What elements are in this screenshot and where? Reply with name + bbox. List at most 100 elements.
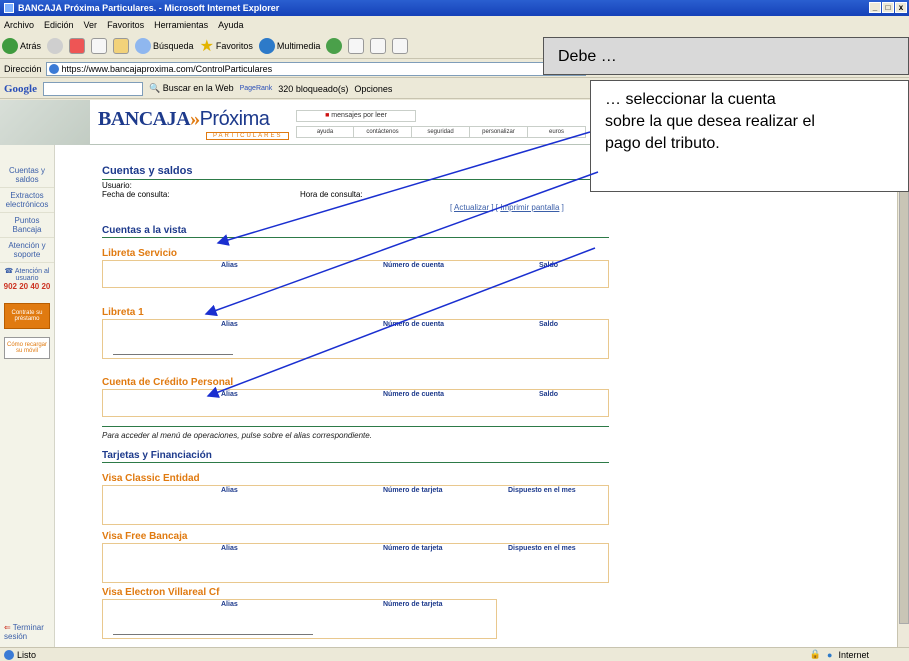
refresh-icon[interactable] (91, 37, 108, 54)
alias-link-line[interactable] (113, 354, 233, 355)
col-alias: Alias (221, 321, 238, 328)
menu-bar: Archivo Edición Ver Favoritos Herramient… (0, 17, 909, 32)
card-table: Alias Número de tarjeta Dispuesto en el … (102, 485, 609, 525)
main-content: Cuentas y saldos Usuario: Fecha de consu… (90, 145, 610, 647)
card-title: Visa Electron Villareal Cf (102, 587, 220, 598)
menu-herramientas[interactable]: Herramientas (154, 20, 208, 30)
messages-link[interactable]: ■ mensajes por leer (296, 110, 416, 122)
page-actions: [ Actualizar ] [ Imprimir pantalla ] (450, 203, 564, 212)
back-button[interactable]: Atrás (2, 37, 42, 54)
google-options-button[interactable]: Opciones (354, 84, 392, 94)
callout-line: sobre la que desea realizar el (605, 113, 815, 130)
status-page-icon (4, 649, 14, 660)
google-search-input[interactable] (43, 81, 143, 96)
mail-icon[interactable] (348, 37, 365, 54)
print-icon[interactable] (370, 37, 387, 54)
card-table: Alias Número de tarjeta Dispuesto en el … (102, 543, 609, 583)
media-button[interactable]: Multimedia (258, 37, 320, 54)
sidebar-item-puntos[interactable]: Puntos Bancaja (0, 213, 54, 238)
callout-instruction: … seleccionar la cuenta sobre la que des… (590, 80, 909, 192)
left-sidebar: Cuentas y saldos Extractos electrónicos … (0, 145, 55, 647)
account-title: Libreta Servicio (102, 248, 178, 259)
logout-icon: ⇐ (4, 623, 11, 632)
star-icon: ★ (199, 37, 214, 55)
sidebar-item-atencion[interactable]: Atención y soporte (0, 238, 54, 263)
nav-euros[interactable]: euros (528, 126, 586, 138)
print-link[interactable]: Imprimir pantalla (500, 203, 559, 212)
favorites-label: Favoritos (215, 40, 253, 51)
nav-ayuda[interactable]: ayuda (296, 126, 354, 138)
menu-ver[interactable]: Ver (84, 20, 98, 30)
col-monthly-spent: Dispuesto en el mes (508, 487, 576, 494)
lock-icon: 🔒 (809, 649, 822, 659)
time-label: Hora de consulta: (300, 190, 363, 199)
sidebar-item-cuentas[interactable]: Cuentas y saldos (0, 163, 54, 188)
card-title: Visa Free Bancaja (102, 531, 188, 542)
close-button[interactable]: x (895, 2, 907, 13)
col-alias: Alias (221, 545, 238, 552)
brand-subtitle: PARTICULARES (206, 132, 290, 140)
back-label: Atrás (20, 40, 42, 51)
status-bar: Listo 🔒 ● Internet (0, 647, 909, 661)
pagerank-indicator[interactable]: PageRank (240, 85, 273, 92)
refresh-link[interactable]: Actualizar (454, 203, 489, 212)
google-logo[interactable]: Google (4, 83, 37, 95)
google-options-label: Opciones (354, 83, 393, 94)
bancaja-logo[interactable]: BANCAJA»Próxima (98, 108, 270, 131)
search-button[interactable]: Búsqueda (135, 37, 194, 54)
address-label: Dirección (4, 63, 42, 74)
col-alias: Alias (221, 391, 238, 398)
col-monthly-spent: Dispuesto en el mes (508, 545, 576, 552)
maximize-button[interactable]: □ (882, 2, 894, 13)
nav-seguridad[interactable]: seguridad (412, 126, 470, 138)
forward-arrow-icon[interactable] (47, 37, 64, 54)
home-icon[interactable] (113, 37, 130, 54)
media-icon (258, 37, 275, 54)
callout-line: pago del tributo. (605, 135, 720, 152)
col-card-number: Número de tarjeta (383, 487, 443, 494)
date-label: Fecha de consulta: (102, 190, 170, 199)
col-card-number: Número de tarjeta (383, 601, 443, 608)
brand-proxima: Próxima (199, 108, 270, 130)
back-arrow-icon (2, 37, 18, 54)
stop-icon[interactable] (69, 37, 86, 54)
google-search-button[interactable]: 🔍 Buscar en la Web (149, 83, 234, 94)
col-card-number: Número de tarjeta (383, 545, 443, 552)
operations-hint: Para acceder al menú de operaciones, pul… (102, 431, 372, 440)
nav-contactenos[interactable]: contáctenos (354, 126, 412, 138)
menu-ayuda[interactable]: Ayuda (218, 20, 243, 30)
phone-number: 902 20 40 20 (3, 282, 51, 291)
status-text: Listo (17, 649, 37, 660)
nav-personalizar[interactable]: personalizar (470, 126, 528, 138)
accounts-bottom-divider (102, 426, 609, 427)
mobile-recharge-button[interactable]: Cómo recargar su móvil (4, 337, 50, 359)
logout-button[interactable]: ⇐ Terminar sesión (4, 623, 54, 641)
menu-favoritos[interactable]: Favoritos (107, 20, 144, 30)
col-balance: Saldo (539, 321, 559, 328)
address-input[interactable]: https://www.bancajaproxima.com/ControlPa… (45, 61, 586, 76)
messages-label: mensajes por leer (331, 112, 387, 119)
menu-archivo[interactable]: Archivo (4, 20, 34, 30)
account-title: Libreta 1 (102, 307, 144, 318)
sidebar-item-extractos[interactable]: Extractos electrónicos (0, 188, 54, 213)
popup-blocked-count[interactable]: 320 bloqueado(s) (278, 84, 348, 94)
favorites-button[interactable]: ★ Favoritos (200, 36, 253, 56)
security-zone: 🔒 ● Internet (810, 649, 869, 660)
account-title: Cuenta de Crédito Personal (102, 377, 234, 388)
minimize-button[interactable]: _ (869, 2, 881, 13)
alias-link-line[interactable] (113, 634, 313, 635)
user-label: Usuario: (102, 181, 132, 190)
edit-icon[interactable] (392, 37, 409, 54)
ie-app-icon (4, 3, 14, 13)
search-icon (135, 37, 152, 54)
top-nav: ayuda contáctenos seguridad personalizar… (296, 126, 586, 138)
col-balance: Saldo (539, 391, 559, 398)
menu-edicion[interactable]: Edición (44, 20, 74, 30)
support-label: Atención al usuario (14, 268, 50, 282)
col-alias: Alias (221, 601, 238, 608)
loan-promo-button[interactable]: Contrate su préstamo (4, 303, 50, 329)
history-icon[interactable] (326, 37, 343, 54)
support-phone: ☎ Atención al usuario 902 20 40 20 (0, 263, 54, 295)
col-alias: Alias (221, 262, 238, 269)
section-cards-divider (102, 462, 609, 463)
